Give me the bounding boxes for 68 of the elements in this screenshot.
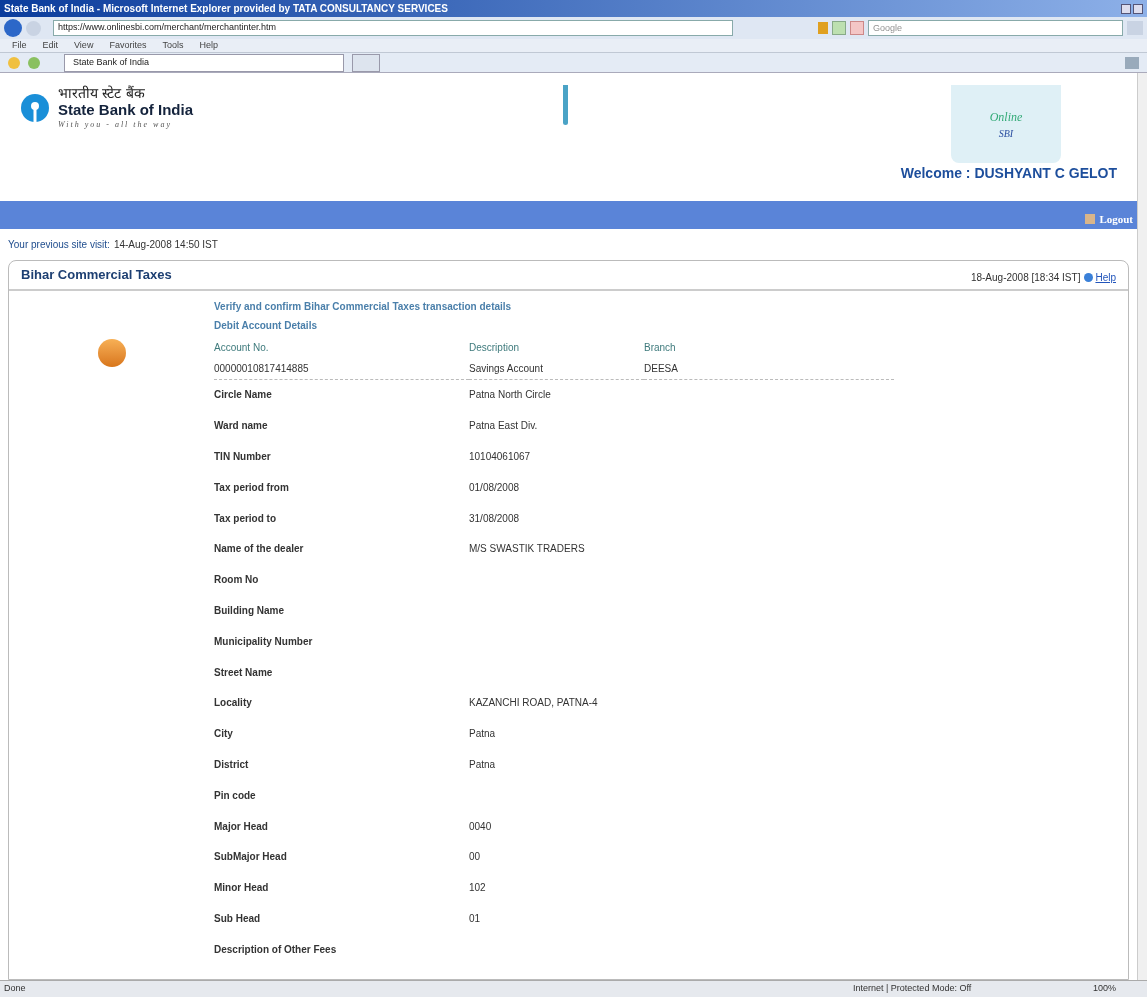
field-value: 01/08/2008 [469, 480, 520, 495]
section-title: Debit Account Details [214, 318, 318, 333]
previous-visit-label: Your previous site visit: [8, 238, 110, 252]
field-label: Building Name [214, 603, 285, 618]
field-label: TIN Number [214, 450, 272, 464]
logo-subtext: SBI [998, 126, 1014, 141]
help-link[interactable]: Help [1084, 269, 1116, 285]
field-value: 01 [469, 911, 481, 926]
menu-item[interactable]: Help [199, 38, 218, 53]
field-value: Patna North Circle [469, 388, 551, 403]
zoom-level[interactable]: 100% [1093, 982, 1143, 996]
field-value: 00 [469, 850, 481, 865]
field-label: Locality [214, 696, 253, 711]
field-label: Description of Other Fees [214, 942, 338, 957]
panel-title: Bihar Commercial Taxes [21, 266, 172, 284]
field-label: Pin code [214, 788, 257, 803]
table-cell: DEESA [644, 357, 894, 380]
tagline: With you - all the way [58, 119, 173, 131]
field-value: 102 [469, 881, 486, 896]
field-value: M/S SWASTIK TRADERS [469, 542, 585, 557]
column-header: Account No. [214, 340, 270, 355]
field-label: Municipality Number [214, 634, 314, 649]
field-label: Ward name [214, 419, 269, 434]
field-value: KAZANCHI ROAD, PATNA-4 [469, 696, 598, 711]
menu-item[interactable]: View [74, 38, 94, 53]
field-value: 10104061067 [469, 450, 531, 464]
hindi-bank-name: भारतीय स्टेट बैंक [58, 85, 146, 101]
logout-link[interactable]: Logout [1085, 210, 1133, 227]
column-header: Description [469, 340, 521, 355]
menu-item[interactable]: Edit [42, 38, 59, 53]
menu-item[interactable]: File [12, 38, 27, 53]
instruction-text: Verify and confirm Bihar Commercial Taxes transaction details [214, 299, 513, 314]
address-field[interactable]: https://www.onlinesbi.com/merchant/merchantinter.htm [53, 20, 733, 36]
field-value: 31/08/2008 [469, 511, 520, 526]
field-label: City [214, 727, 234, 742]
field-label: Street Name [214, 665, 274, 680]
previous-visit-value: 14-Aug-2008 14:50 IST [113, 238, 218, 252]
welcome-text: Welcome : DUSHYANT C GELOT [900, 164, 1117, 183]
field-label: Circle Name [214, 388, 273, 403]
field-label: Sub Head [214, 911, 262, 926]
browser-tab[interactable]: State Bank of India [64, 53, 344, 72]
menu-item[interactable]: Tools [162, 38, 184, 53]
window-title: State Bank of India - Microsoft Internet Explorer provided by TATA CONSULTANCY SERVICES [4, 2, 448, 16]
field-label: District [214, 757, 250, 772]
column-header: Branch [644, 340, 677, 355]
field-label: Major Head [214, 819, 269, 834]
field-label: SubMajor Head [214, 850, 288, 865]
field-value: Patna [469, 727, 496, 742]
field-label: Room No [214, 573, 260, 588]
date-time: 18-Aug-2008 [18:34 IST] [970, 270, 1081, 285]
field-label: Tax period from [214, 480, 290, 495]
field-label: Name of the dealer [214, 542, 305, 557]
field-value: 0040 [469, 819, 492, 834]
field-label: Tax period to [214, 511, 278, 526]
status-text: Done [4, 982, 26, 996]
field-value: Patna [469, 757, 496, 772]
table-cell: 00000010817414885 [214, 357, 469, 380]
field-label: Minor Head [214, 881, 270, 896]
bank-logo-icon [20, 93, 50, 123]
menu-item[interactable]: Favorites [109, 38, 147, 53]
search-field[interactable]: Google [868, 20, 1123, 36]
new-tab-button[interactable] [352, 53, 380, 72]
table-cell: Savings Account [469, 357, 644, 380]
logo-text: Online [989, 108, 1023, 126]
header-decoration [563, 85, 569, 125]
bank-name: State Bank of India [58, 101, 194, 119]
field-value: Patna East Div. [469, 419, 538, 434]
security-zone: Internet | Protected Mode: Off [853, 982, 973, 996]
